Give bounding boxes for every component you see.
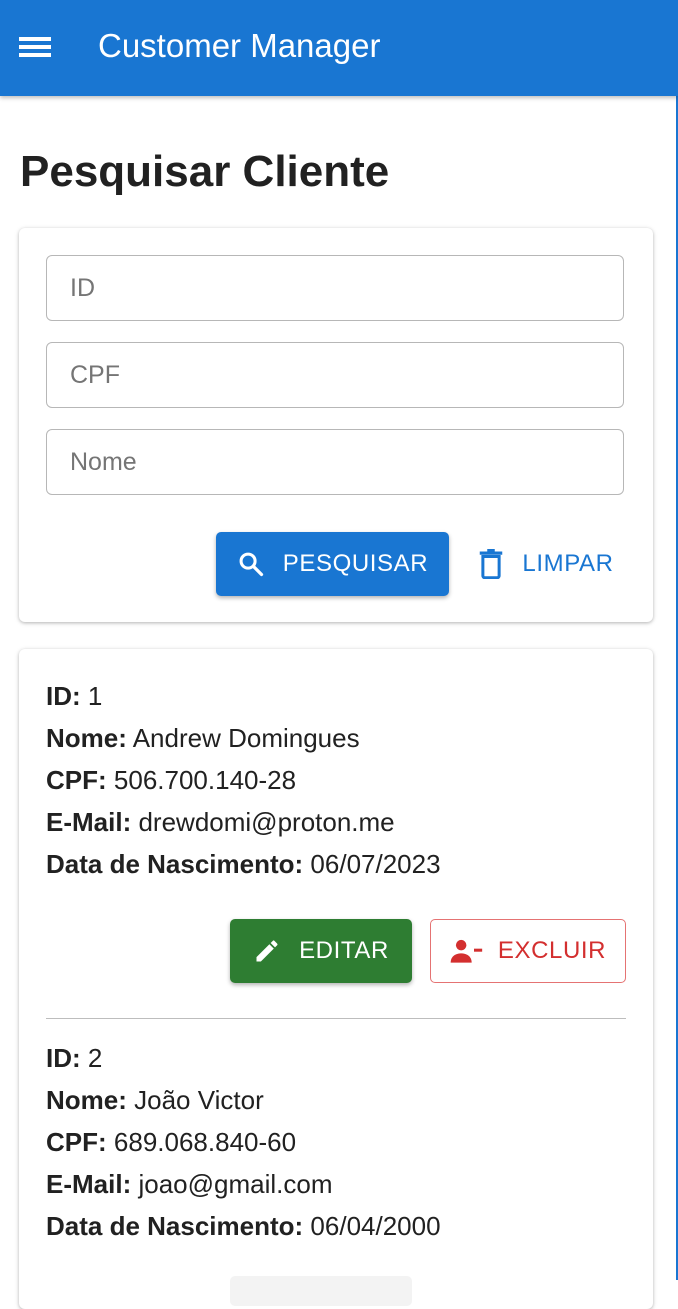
email-label: E-Mail: [46, 1169, 132, 1199]
client-entry: ID: 2 Nome: João Victor CPF: 689.068.840… [46, 1037, 626, 1247]
client-cpf: CPF: 689.068.840-60 [46, 1121, 626, 1163]
id-value: 1 [87, 681, 103, 711]
email-label: E-Mail: [46, 807, 132, 837]
client-email: E-Mail: joao@gmail.com [46, 1163, 626, 1205]
page-title: Pesquisar Cliente [20, 147, 390, 196]
client-nascimento: Data de Nascimento: 06/04/2000 [46, 1205, 626, 1247]
id-field[interactable] [46, 255, 624, 321]
results-card: ID: 1 Nome: Andrew Domingues CPF: 506.70… [19, 649, 653, 1309]
search-button[interactable]: PESQUISAR [216, 532, 449, 596]
cpf-value: 506.700.140-28 [113, 765, 297, 795]
cpf-label: CPF: [46, 765, 107, 795]
cpf-value: 689.068.840-60 [113, 1127, 297, 1157]
nome-value: Andrew Domingues [132, 723, 360, 753]
nome-input[interactable] [47, 430, 623, 494]
delete-button-label: EXCLUIR [497, 937, 607, 964]
client-email: E-Mail: drewdomi@proton.me [46, 801, 626, 843]
person-remove-icon [450, 939, 483, 963]
search-card: PESQUISAR LIMPAR [19, 228, 653, 622]
client-id: ID: 1 [46, 675, 626, 717]
nome-value: João Victor [134, 1085, 264, 1115]
cpf-input[interactable] [47, 343, 623, 407]
nome-label: Nome: [46, 723, 127, 753]
nascimento-value: 06/07/2023 [310, 849, 441, 879]
client-nome: Nome: Andrew Domingues [46, 717, 626, 759]
nascimento-value: 06/04/2000 [310, 1211, 441, 1241]
cpf-label: CPF: [46, 1127, 107, 1157]
client-id: ID: 2 [46, 1037, 626, 1079]
email-value: joao@gmail.com [138, 1169, 333, 1199]
email-value: drewdomi@proton.me [138, 807, 395, 837]
client-nascimento: Data de Nascimento: 06/07/2023 [46, 843, 626, 885]
trash-icon [480, 549, 503, 579]
delete-button[interactable]: EXCLUIR [430, 919, 626, 983]
menu-icon[interactable] [17, 33, 53, 61]
id-input[interactable] [47, 256, 623, 320]
cpf-field[interactable] [46, 342, 624, 408]
search-icon [239, 552, 263, 577]
clear-button[interactable]: LIMPAR [465, 532, 627, 596]
divider [46, 1018, 626, 1019]
nascimento-label: Data de Nascimento: [46, 849, 304, 879]
nascimento-label: Data de Nascimento: [46, 1211, 304, 1241]
id-label: ID: [46, 1043, 81, 1073]
edit-button-partial[interactable] [230, 1276, 412, 1306]
client-cpf: CPF: 506.700.140-28 [46, 759, 626, 801]
nome-field[interactable] [46, 429, 624, 495]
edit-button[interactable]: EDITAR [230, 919, 412, 983]
pencil-icon [256, 940, 278, 962]
search-button-label: PESQUISAR [282, 550, 429, 577]
clear-button-label: LIMPAR [522, 550, 614, 577]
client-nome: Nome: João Victor [46, 1079, 626, 1121]
client-entry: ID: 1 Nome: Andrew Domingues CPF: 506.70… [46, 675, 626, 885]
nome-label: Nome: [46, 1085, 127, 1115]
id-label: ID: [46, 681, 81, 711]
id-value: 2 [87, 1043, 103, 1073]
app-title: Customer Manager [98, 27, 381, 64]
edit-button-label: EDITAR [299, 937, 389, 964]
app-bar: Customer Manager [0, 0, 678, 96]
